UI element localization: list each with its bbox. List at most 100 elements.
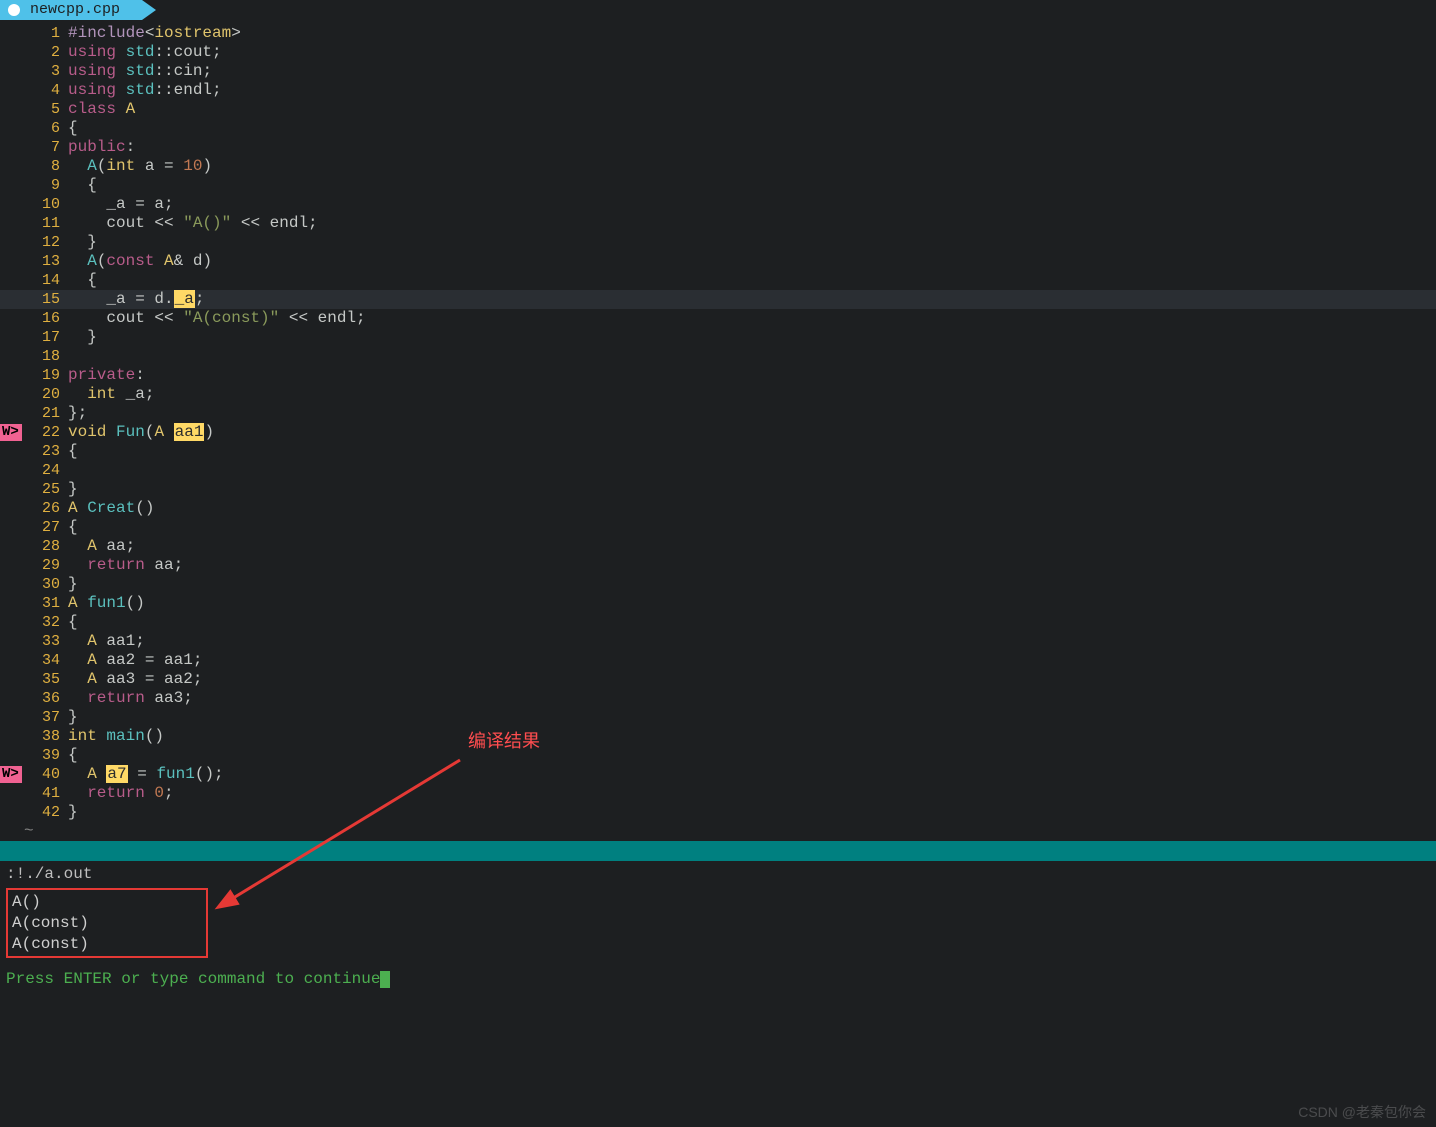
code-content: cout << "A(const)" << endl; <box>68 309 1436 328</box>
code-line[interactable]: 27{ <box>0 518 1436 537</box>
code-line[interactable]: 31A fun1() <box>0 594 1436 613</box>
code-content: using std::cout; <box>68 43 1436 62</box>
tab-filename: newcpp.cpp <box>30 1 120 19</box>
code-line[interactable]: 6{ <box>0 119 1436 138</box>
code-content: } <box>68 708 1436 727</box>
line-number: 32 <box>22 614 68 632</box>
code-line[interactable]: 33 A aa1; <box>0 632 1436 651</box>
code-line[interactable]: W>40 A a7 = fun1(); <box>0 765 1436 784</box>
code-line[interactable]: 42} <box>0 803 1436 822</box>
code-line[interactable]: 18 <box>0 347 1436 366</box>
code-line[interactable]: 9 { <box>0 176 1436 195</box>
code-content: int main() <box>68 727 1436 746</box>
code-line[interactable]: 15 _a = d._a; <box>0 290 1436 309</box>
code-content: using std::endl; <box>68 81 1436 100</box>
code-content: A(const A& d) <box>68 252 1436 271</box>
code-line[interactable]: 32{ <box>0 613 1436 632</box>
code-content: A aa1; <box>68 632 1436 651</box>
code-line[interactable]: 35 A aa3 = aa2; <box>0 670 1436 689</box>
line-number: 38 <box>22 728 68 746</box>
code-line[interactable]: W>22void Fun(A aa1) <box>0 423 1436 442</box>
code-line[interactable]: 8 A(int a = 10) <box>0 157 1436 176</box>
code-line[interactable]: 7public: <box>0 138 1436 157</box>
line-number: 18 <box>22 348 68 366</box>
line-number: 36 <box>22 690 68 708</box>
line-number: 8 <box>22 158 68 176</box>
code-content: { <box>68 119 1436 138</box>
code-line[interactable]: 2using std::cout; <box>0 43 1436 62</box>
code-line[interactable]: 19private: <box>0 366 1436 385</box>
line-number: 17 <box>22 329 68 347</box>
code-line[interactable]: 30} <box>0 575 1436 594</box>
output-line: A(const) <box>12 934 202 955</box>
code-content: return 0; <box>68 784 1436 803</box>
line-number: 12 <box>22 234 68 252</box>
code-content: void Fun(A aa1) <box>68 423 1436 442</box>
code-content: _a = d._a; <box>68 290 1436 309</box>
code-line[interactable]: 13 A(const A& d) <box>0 252 1436 271</box>
code-content: int _a; <box>68 385 1436 404</box>
code-line[interactable]: 20 int _a; <box>0 385 1436 404</box>
code-line[interactable]: 34 A aa2 = aa1; <box>0 651 1436 670</box>
gutter-warning: W> <box>0 424 22 441</box>
code-line[interactable]: 5class A <box>0 100 1436 119</box>
line-number: 31 <box>22 595 68 613</box>
code-line[interactable]: 26A Creat() <box>0 499 1436 518</box>
line-number: 26 <box>22 500 68 518</box>
code-content: #include<iostream> <box>68 24 1436 43</box>
code-line[interactable]: 39{ <box>0 746 1436 765</box>
code-content: cout << "A()" << endl; <box>68 214 1436 233</box>
code-line[interactable]: 12 } <box>0 233 1436 252</box>
code-line[interactable]: 21}; <box>0 404 1436 423</box>
line-number: 7 <box>22 139 68 157</box>
file-icon <box>8 4 20 16</box>
code-content: return aa; <box>68 556 1436 575</box>
output-highlight-box: A() A(const) A(const) <box>6 888 208 958</box>
line-number: 22 <box>22 424 68 442</box>
code-line[interactable]: 41 return 0; <box>0 784 1436 803</box>
line-number: 40 <box>22 766 68 784</box>
code-line[interactable]: 25} <box>0 480 1436 499</box>
line-number: 6 <box>22 120 68 138</box>
code-content: } <box>68 328 1436 347</box>
line-number: 30 <box>22 576 68 594</box>
line-number: 13 <box>22 253 68 271</box>
code-line[interactable]: 24 <box>0 461 1436 480</box>
code-line[interactable]: 1#include<iostream> <box>0 24 1436 43</box>
tilde-line: ~ <box>0 822 1436 841</box>
code-content: A aa3 = aa2; <box>68 670 1436 689</box>
code-line[interactable]: 10 _a = a; <box>0 195 1436 214</box>
code-line[interactable]: 38int main() <box>0 727 1436 746</box>
line-number: 23 <box>22 443 68 461</box>
line-number: 5 <box>22 101 68 119</box>
code-line[interactable]: 17 } <box>0 328 1436 347</box>
code-content: { <box>68 746 1436 765</box>
code-line[interactable]: 16 cout << "A(const)" << endl; <box>0 309 1436 328</box>
code-line[interactable]: 28 A aa; <box>0 537 1436 556</box>
code-line[interactable]: 3using std::cin; <box>0 62 1436 81</box>
code-line[interactable]: 36 return aa3; <box>0 689 1436 708</box>
line-number: 11 <box>22 215 68 233</box>
line-number: 14 <box>22 272 68 290</box>
code-content: _a = a; <box>68 195 1436 214</box>
annotation-label: 编译结果 <box>468 731 540 752</box>
code-content: { <box>68 271 1436 290</box>
code-line[interactable]: 37} <box>0 708 1436 727</box>
code-content: A fun1() <box>68 594 1436 613</box>
code-line[interactable]: 23{ <box>0 442 1436 461</box>
code-content: } <box>68 233 1436 252</box>
file-tab[interactable]: newcpp.cpp <box>0 0 142 20</box>
code-line[interactable]: 29 return aa; <box>0 556 1436 575</box>
line-number: 21 <box>22 405 68 423</box>
code-line[interactable]: 14 { <box>0 271 1436 290</box>
code-content: { <box>68 176 1436 195</box>
output-line: A(const) <box>12 913 202 934</box>
line-number: 16 <box>22 310 68 328</box>
terminal-output: :!./a.out A() A(const) A(const) Press EN… <box>0 861 1436 989</box>
code-line[interactable]: 4using std::endl; <box>0 81 1436 100</box>
code-content: A a7 = fun1(); <box>68 765 1436 784</box>
line-number: 33 <box>22 633 68 651</box>
code-editor[interactable]: 1#include<iostream>2using std::cout;3usi… <box>0 22 1436 822</box>
vim-prompt[interactable]: Press ENTER or type command to continue <box>6 970 1430 989</box>
code-line[interactable]: 11 cout << "A()" << endl; <box>0 214 1436 233</box>
